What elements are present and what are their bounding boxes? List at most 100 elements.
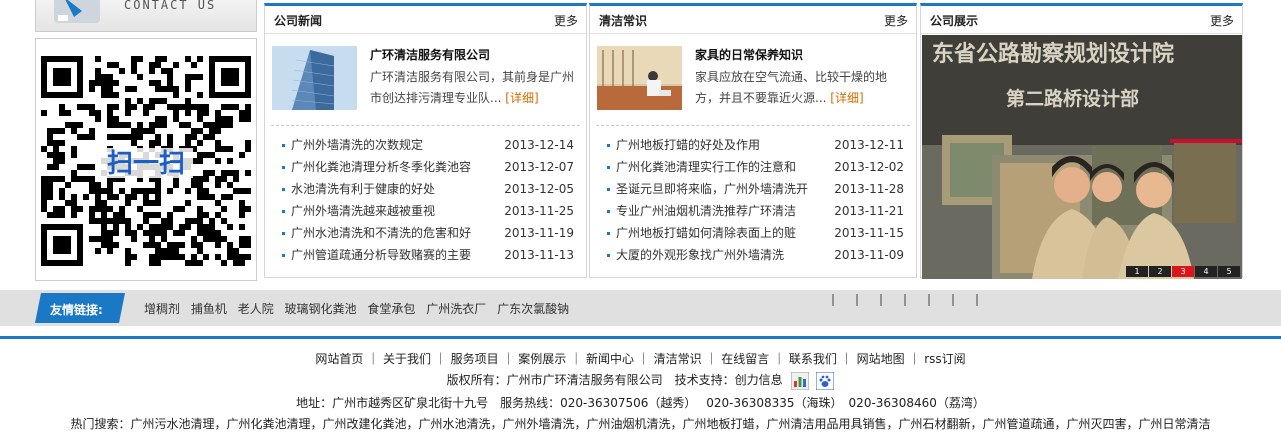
news-date: 2013-11-13 xyxy=(504,248,574,262)
footer-divider xyxy=(0,336,1281,339)
list-item[interactable]: 广州外墙清洗越来越被重视 2013-11-25 xyxy=(282,200,574,222)
news-title[interactable]: 广州化粪池清理实行工作的注意和 xyxy=(616,160,796,174)
link-separators xyxy=(832,294,978,306)
pager-button[interactable]: 4 xyxy=(1195,266,1217,277)
phone-icon xyxy=(54,0,100,23)
footer-link[interactable]: 网站地图 xyxy=(857,352,905,366)
footer-nav: 网站首页 ｜ 关于我们 ｜ 服务项目 ｜ 案例展示 ｜ 新闻中心 ｜ 清洁常识 … xyxy=(315,352,966,366)
list-item[interactable]: 水池清洗有利于健康的好处 2013-12-05 xyxy=(282,178,574,200)
building-thumbnail[interactable] xyxy=(272,46,357,110)
pager-button[interactable]: 5 xyxy=(1218,266,1240,277)
photo-slideshow[interactable]: 东省公路勘察规划设计院 第二路桥设计部 1 2 3 4 5 xyxy=(922,35,1242,279)
news-title[interactable]: 广州地板打蜡如何清除表面上的赃 xyxy=(616,226,796,240)
panel-title: 清洁常识 xyxy=(599,14,648,28)
friend-links-label: 友情链接: xyxy=(50,303,103,317)
friend-links-bar: 友情链接: 增稠剂 捕鱼机 老人院 玻璃钢化粪池 食堂承包 广州洗衣厂 广东次氯… xyxy=(0,290,1281,326)
list-item[interactable]: 广州水池清洗和不清洗的危害和好 2013-11-19 xyxy=(282,222,574,244)
news-date: 2013-12-05 xyxy=(504,182,574,196)
feature-title[interactable]: 家具的日常保养知识 xyxy=(695,46,803,63)
contact-us-label: CONTACT US xyxy=(124,0,217,12)
news-title[interactable]: 广州管道疏通分析导致赌赛的主要 xyxy=(291,248,471,262)
list-item[interactable]: 大厦的外观形象找广州外墙清洗 2013-11-09 xyxy=(607,244,904,266)
feature-title[interactable]: 广环清洁服务有限公司 xyxy=(370,46,490,63)
copyright-text: 版权所有：广州市广环清洁服务有限公司 技术支持：创力信息 xyxy=(446,373,783,387)
bullet-icon xyxy=(282,254,285,257)
friend-link[interactable]: 广州洗衣厂 xyxy=(426,302,486,316)
baidu-paw-icon[interactable] xyxy=(816,371,835,390)
news-title[interactable]: 广州外墙清洗越来越被重视 xyxy=(291,204,435,218)
company-showcase-panel: 公司展示 更多 东省公路勘察规划设计院 第二路桥设计部 1 2 3 4 5 xyxy=(920,3,1243,279)
news-date: 2013-11-09 xyxy=(834,248,904,262)
bullet-icon xyxy=(282,188,285,191)
footer-link[interactable]: 关于我们 xyxy=(383,352,431,366)
slideshow-pager: 1 2 3 4 5 xyxy=(1125,266,1240,277)
detail-link[interactable]: [详细] xyxy=(505,91,538,105)
footer-link[interactable]: 联系我们 xyxy=(789,352,837,366)
contact-us-button[interactable]: CONTACT US xyxy=(35,0,257,32)
news-date: 2013-11-19 xyxy=(504,226,574,240)
detail-link[interactable]: [详细] xyxy=(830,91,863,105)
news-date: 2013-11-28 xyxy=(834,182,904,196)
photo-sign-2: 第二路桥设计部 xyxy=(1006,87,1139,110)
friend-link[interactable]: 增稠剂 xyxy=(144,302,180,316)
news-date: 2013-12-07 xyxy=(504,160,574,174)
news-date: 2013-11-15 xyxy=(834,226,904,240)
friend-link[interactable]: 捕鱼机 xyxy=(191,302,227,316)
qr-code-image: 扫一扫 xyxy=(41,56,251,266)
footer-copyright: 版权所有：广州市广环清洁服务有限公司 技术支持：创力信息 xyxy=(0,371,1281,390)
news-list: 广州地板打蜡的好处及作用 2013-12-11 广州化粪池清理实行工作的注意和 20… xyxy=(607,134,904,266)
footer-link[interactable]: 服务项目 xyxy=(451,352,499,366)
footer-link[interactable]: 清洁常识 xyxy=(654,352,702,366)
news-title[interactable]: 水池清洗有利于健康的好处 xyxy=(291,182,435,196)
bullet-icon xyxy=(607,210,610,213)
news-title[interactable]: 大厦的外观形象找广州外墙清洗 xyxy=(616,248,784,262)
news-title[interactable]: 专业广州油烟机清洗推荐广环清洁 xyxy=(616,204,796,218)
friend-link[interactable]: 老人院 xyxy=(238,302,274,316)
pager-button[interactable]: 1 xyxy=(1126,266,1148,277)
bullet-icon xyxy=(282,166,285,169)
list-item[interactable]: 广州管道疏通分析导致赌赛的主要 2013-11-13 xyxy=(282,244,574,266)
news-date: 2013-12-02 xyxy=(834,160,904,174)
more-link[interactable]: 更多 xyxy=(554,12,578,29)
company-news-panel: 公司新闻 更多 广环清洁服务有限公司 广环清洁服务有限公司，其前身是广州市创达排… xyxy=(264,3,587,278)
list-item[interactable]: 广州外墙清洗的次数规定 2013-12-14 xyxy=(282,134,574,156)
footer-link[interactable]: rss订阅 xyxy=(924,352,965,366)
bullet-icon xyxy=(607,254,610,257)
friend-link[interactable]: 玻璃钢化粪池 xyxy=(285,302,357,316)
news-date: 2013-12-11 xyxy=(834,138,904,152)
bullet-icon xyxy=(282,144,285,147)
list-item[interactable]: 广州地板打蜡如何清除表面上的赃 2013-11-15 xyxy=(607,222,904,244)
footer-link[interactable]: 在线留言 xyxy=(721,352,769,366)
footer-link[interactable]: 案例展示 xyxy=(518,352,566,366)
list-item[interactable]: 广州地板打蜡的好处及作用 2013-12-11 xyxy=(607,134,904,156)
list-item[interactable]: 广州化粪池清理分析冬季化粪池容 2013-12-07 xyxy=(282,156,574,178)
divider xyxy=(271,125,580,126)
pager-button-active[interactable]: 3 xyxy=(1172,266,1194,277)
news-title[interactable]: 圣诞元旦即将来临，广州外墙清洗开 xyxy=(616,182,808,196)
bullet-icon xyxy=(282,232,285,235)
news-title[interactable]: 广州化粪池清理分析冬季化粪池容 xyxy=(291,160,471,174)
feature-text: 广环清洁服务有限公司，其前身是广州市创达排污清理专业队... xyxy=(370,70,575,105)
panel-title: 公司展示 xyxy=(930,14,979,28)
news-list: 广州外墙清洗的次数规定 2013-12-14 广州化粪池清理分析冬季化粪池容 201… xyxy=(282,134,574,266)
friend-link[interactable]: 食堂承包 xyxy=(367,302,415,316)
list-item[interactable]: 圣诞元旦即将来临，广州外墙清洗开 2013-11-28 xyxy=(607,178,904,200)
footer-hot-search: 热门搜索：广州污水池清理，广州化粪池清理，广州改建化粪池，广州水池清洗，广州外墙… xyxy=(70,417,1211,431)
more-link[interactable]: 更多 xyxy=(1210,12,1234,29)
more-link[interactable]: 更多 xyxy=(884,12,908,29)
cnzz-stats-icon[interactable] xyxy=(790,371,809,390)
news-date: 2013-11-25 xyxy=(504,204,574,218)
footer-link[interactable]: 网站首页 xyxy=(315,352,363,366)
footer-address: 地址：广州市越秀区矿泉北街十九号 服务热线：020-36307506（越秀） 0… xyxy=(296,396,985,410)
news-title[interactable]: 广州外墙清洗的次数规定 xyxy=(291,138,423,152)
news-title[interactable]: 广州地板打蜡的好处及作用 xyxy=(616,138,760,152)
list-item[interactable]: 专业广州油烟机清洗推荐广环清洁 2013-11-21 xyxy=(607,200,904,222)
footer-link[interactable]: 新闻中心 xyxy=(586,352,634,366)
bullet-icon xyxy=(607,232,610,235)
furniture-thumbnail[interactable] xyxy=(597,46,682,110)
news-title[interactable]: 广州水池清洗和不清洗的危害和好 xyxy=(291,226,471,240)
bullet-icon xyxy=(282,210,285,213)
friend-link[interactable]: 广东次氯酸钠 xyxy=(497,302,569,316)
list-item[interactable]: 广州化粪池清理实行工作的注意和 2013-12-02 xyxy=(607,156,904,178)
pager-button[interactable]: 2 xyxy=(1149,266,1171,277)
